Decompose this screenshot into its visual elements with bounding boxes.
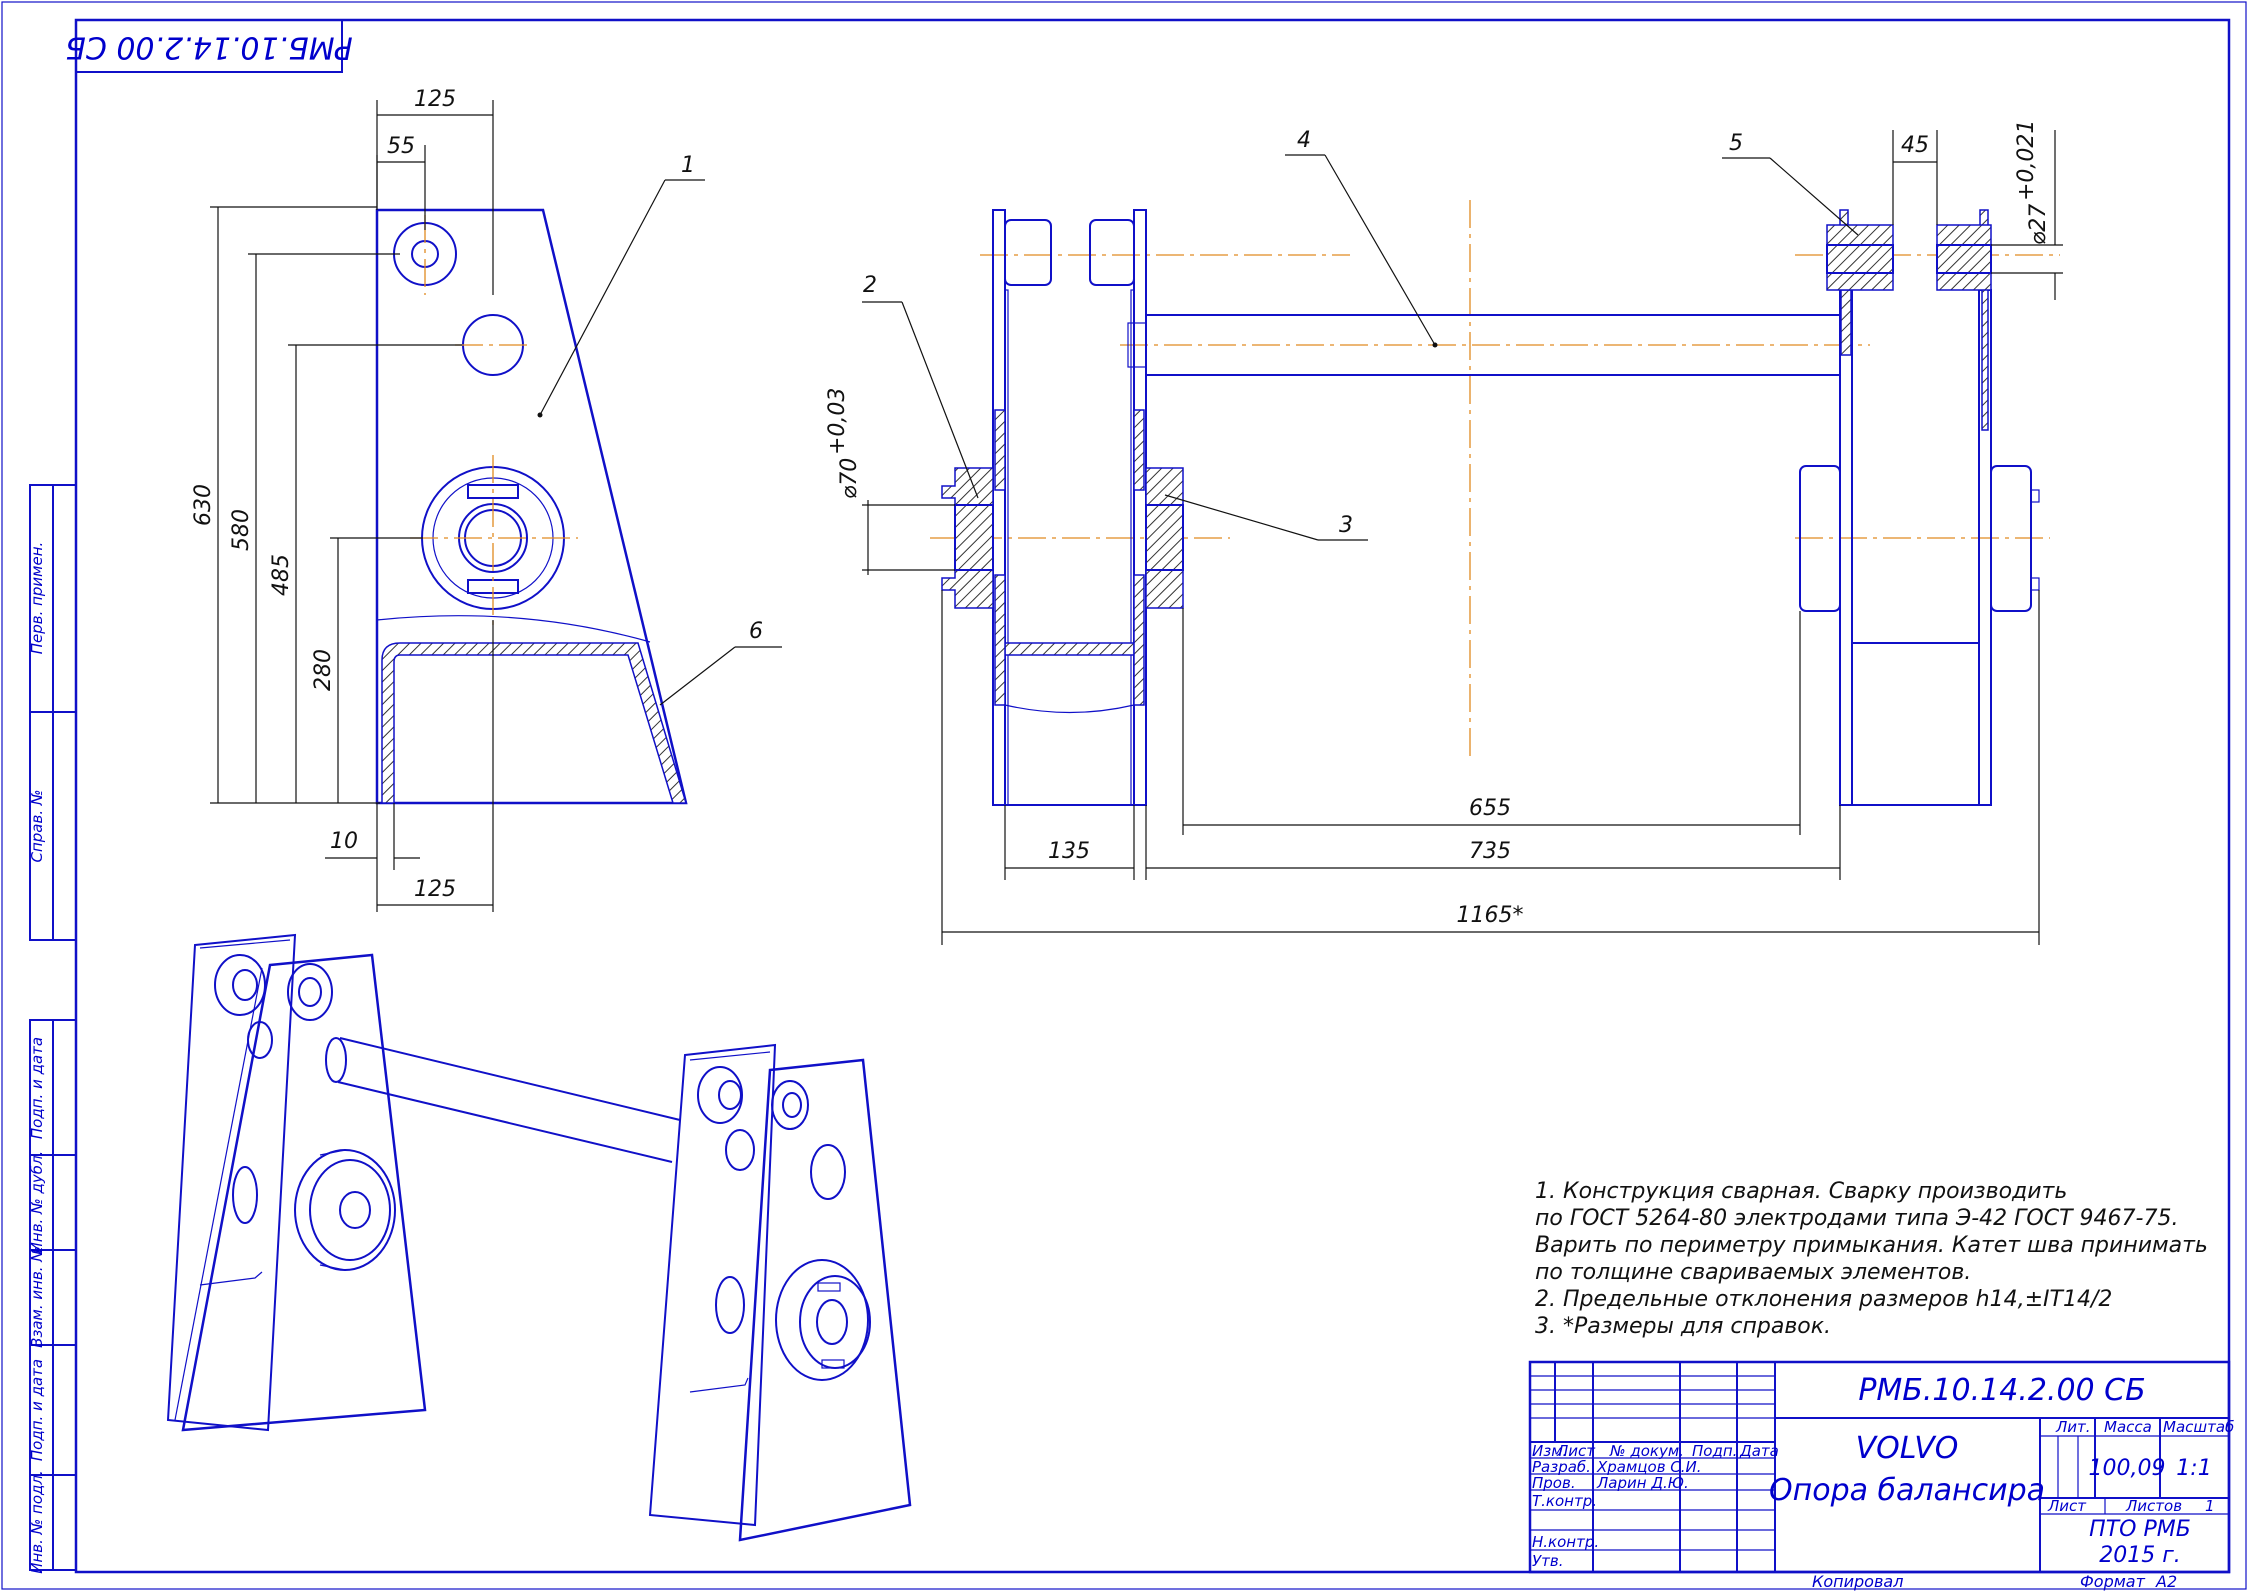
dim-125-bottom: 125: [414, 877, 456, 902]
note-line-2: по ГОСТ 5264-80 электродами типа Э-42 ГО…: [1535, 1206, 2178, 1231]
bushing-part-3: [1145, 467, 1184, 609]
tb-sheet-label: Лист: [2047, 1497, 2087, 1515]
tb-name-prov: Ларин Д.Ю.: [1596, 1474, 1689, 1492]
dim-655: 655: [1469, 796, 1511, 821]
tb-org: ПТО РМБ: [2089, 1517, 2191, 1542]
drawing-frame: [74, 18, 2231, 1574]
side-view: 125 55 630 580 485 280 10 125 1 6: [191, 87, 782, 912]
dim-1165: 1165*: [1457, 903, 1524, 928]
side-label-podp2: Подп. и дата: [28, 1359, 46, 1461]
callout-5: 5: [1729, 131, 1743, 156]
footer-format: А2: [2155, 1572, 2177, 1591]
dim-280: 280: [311, 649, 336, 691]
footer-format-label: Формат: [2080, 1572, 2146, 1591]
left-inner-plate: [1133, 209, 1147, 806]
dim-630: 630: [191, 484, 216, 526]
dim-55: 55: [387, 134, 415, 159]
side-label-podp1: Подп. и дата: [28, 1037, 46, 1139]
side-label-inv-podl: Инв. № подл.: [28, 1470, 46, 1573]
dim-phi27: ⌀27: [2026, 204, 2051, 245]
dim-125-top: 125: [414, 87, 456, 112]
tb-mass: 100,09: [2089, 1456, 2166, 1481]
callout-4: 4: [1297, 128, 1311, 153]
tb-role-utv: Утв.: [1532, 1552, 1564, 1570]
dim-phi70-tol: +0,03: [825, 388, 850, 455]
footer-copied: Копировал: [1812, 1572, 1903, 1591]
tb-col-date: Дата: [1739, 1442, 1779, 1460]
tb-sheets-label: Листов: [2125, 1497, 2182, 1515]
u-channel-section: [381, 642, 688, 804]
stamp-box: РМБ.10.14.2.00 СБ: [65, 19, 353, 73]
callout-2: 2: [863, 273, 877, 298]
tb-lit-label: Лит.: [2055, 1418, 2091, 1436]
tb-scale-label: Масштаб: [2163, 1418, 2234, 1436]
tb-role-tkontr: Т.контр.: [1532, 1492, 1597, 1510]
note-line-5: 2. Предельные отклонения размеров h14,±I…: [1535, 1287, 2112, 1312]
tb-mass-label: Масса: [2104, 1418, 2152, 1436]
tb-product: VOLVO: [1856, 1431, 1959, 1466]
right-inner-plate: [1839, 289, 1853, 806]
dim-45: 45: [1901, 133, 1929, 158]
callout-3: 3: [1339, 513, 1353, 538]
tb-scale: 1:1: [2176, 1456, 2211, 1481]
dim-485: 485: [269, 554, 294, 596]
side-label-vzam: Взам. инв. №: [28, 1246, 46, 1348]
side-plate-outline: [375, 208, 688, 805]
dim-phi27-tol: +0,021: [2014, 120, 2039, 201]
note-line-4: по толщине свариваемых элементов.: [1535, 1260, 1971, 1285]
left-outer-plate: [992, 209, 1006, 806]
tb-designation: РМБ.10.14.2.00 СБ: [1858, 1373, 2145, 1408]
tb-name: Опора балансира: [1769, 1473, 2045, 1508]
isometric-view: [166, 933, 912, 1542]
tb-role-prov: Пров.: [1532, 1474, 1576, 1492]
iso-right-plate: [738, 1058, 912, 1542]
side-strip: Перв. примен. Справ. № Подп. и дата Инв.…: [28, 484, 77, 1574]
tb-sheets: 1: [2205, 1497, 2215, 1515]
note-line-1: 1. Конструкция сварная. Сварку производи…: [1535, 1179, 2067, 1204]
title-block: РМБ.10.14.2.00 СБ VOLVO Опора балансира …: [1528, 1360, 2234, 1574]
bushing-part-5: [1826, 209, 1894, 291]
side-label-perv: Перв. примен.: [28, 542, 46, 655]
dim-phi70: ⌀70: [837, 458, 862, 499]
dim-10: 10: [330, 829, 358, 854]
front-view: 45 ⌀27 +0,021 ⌀70 +0,03 655 135 735 1165…: [825, 120, 2063, 945]
tb-year: 2015 г.: [2099, 1543, 2181, 1568]
callout-6: 6: [749, 619, 763, 644]
technical-notes: 1. Конструкция сварная. Сварку производи…: [1535, 1179, 2208, 1339]
drawing-sheet: РМБ.10.14.2.00 СБ Перв. примен. Справ. №…: [1, 1, 2247, 1591]
note-line-6: 3. *Размеры для справок.: [1535, 1314, 1831, 1339]
dim-135: 135: [1048, 839, 1090, 864]
side-label-sprav: Справ. №: [28, 790, 46, 863]
callout-1: 1: [681, 153, 695, 178]
dim-735: 735: [1469, 839, 1511, 864]
dim-580: 580: [229, 509, 254, 551]
stamp-designation: РМБ.10.14.2.00 СБ: [65, 30, 352, 65]
side-label-inv-dubl: Инв. № дубл.: [28, 1151, 46, 1254]
tb-role-nkontr: Н.контр.: [1532, 1533, 1599, 1551]
note-line-3: Варить по периметру примыкания. Катет шв…: [1535, 1233, 2208, 1258]
